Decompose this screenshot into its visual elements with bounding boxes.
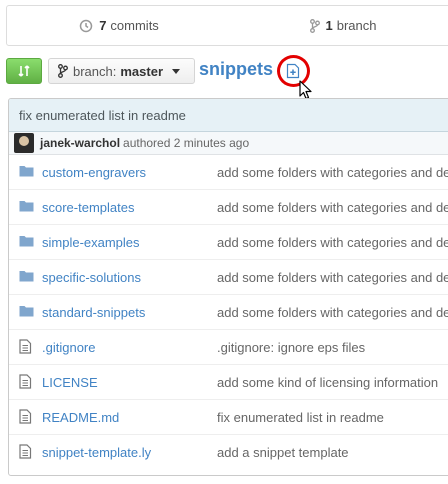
file-row: README.md fix enumerated list in readme <box>9 400 448 435</box>
folder-icon-wrap <box>19 304 34 321</box>
file-list: custom-engravers add some folders with ca… <box>9 155 448 470</box>
folder-icon-wrap <box>19 164 34 181</box>
folder-icon <box>19 166 34 177</box>
commit-author-link[interactable]: janek-warchol <box>40 136 120 150</box>
file-commit-message-link[interactable]: add some folders with categories and de <box>217 305 448 320</box>
branch-selector[interactable]: branch: master <box>48 58 195 84</box>
file-row: specific-solutions add some folders with … <box>9 260 448 295</box>
file-row: standard-snippets add some folders with c… <box>9 295 448 330</box>
file-name-link[interactable]: specific-solutions <box>42 270 141 285</box>
file-name-link[interactable]: score-templates <box>42 200 134 215</box>
branch-label: branch <box>336 18 377 33</box>
avatar[interactable] <box>14 133 34 153</box>
file-commit-message-link[interactable]: add a snippet template <box>217 445 349 460</box>
file-commit-message-link[interactable]: .gitignore: ignore eps files <box>217 340 365 355</box>
file-row: score-templates add some folders with cat… <box>9 190 448 225</box>
branches-link[interactable]: 1 branch <box>231 6 448 45</box>
file-icon <box>19 409 32 424</box>
file-name-link[interactable]: standard-snippets <box>42 305 145 320</box>
file-name-link[interactable]: LICENSE <box>42 375 98 390</box>
file-icon <box>19 444 32 459</box>
chevron-down-icon <box>172 68 181 74</box>
file-row: LICENSE add some kind of licensing inform… <box>9 365 448 400</box>
mouse-cursor-icon <box>299 80 312 100</box>
folder-icon-wrap <box>19 269 34 286</box>
file-name-link[interactable]: simple-examples <box>42 235 140 250</box>
file-row: custom-engravers add some folders with ca… <box>9 155 448 190</box>
history-icon <box>79 19 93 32</box>
file-commit-message-link[interactable]: add some folders with categories and de <box>217 270 448 285</box>
file-icon-wrap <box>19 444 32 462</box>
folder-icon <box>19 201 34 212</box>
branch-prefix: branch: <box>73 63 117 79</box>
file-browser: fix enumerated list in readme janek-warc… <box>8 98 448 476</box>
commits-count: 7 <box>99 18 107 33</box>
commit-time: authored 2 minutes ago <box>123 136 250 150</box>
repo-toolbar: branch: master snippets <box>6 55 448 100</box>
folder-icon <box>19 236 34 247</box>
repo-name-link[interactable]: snippets <box>199 59 273 80</box>
file-commit-message-link[interactable]: add some folders with categories and de <box>217 235 448 250</box>
latest-commit-message[interactable]: fix enumerated list in readme <box>9 99 448 132</box>
file-row: snippet-template.ly add a snippet templat… <box>9 435 448 470</box>
latest-commit-meta: janek-warchol authored 2 minutes ago <box>9 132 448 155</box>
commits-link[interactable]: 7 commits <box>7 6 231 45</box>
folder-icon <box>19 306 34 317</box>
repo-stats-bar: 7 commits 1 branch <box>6 5 448 46</box>
folder-icon-wrap <box>19 199 34 216</box>
branch-name: master <box>120 63 164 79</box>
file-icon <box>19 374 32 389</box>
file-icon-wrap <box>19 409 32 427</box>
file-name-link[interactable]: .gitignore <box>42 340 95 355</box>
folder-icon <box>19 271 34 282</box>
compare-button[interactable] <box>6 58 42 84</box>
branch-icon <box>58 64 68 78</box>
file-commit-message-link[interactable]: add some folders with categories and de <box>217 200 448 215</box>
commits-label: commits <box>110 18 159 33</box>
file-name-link[interactable]: README.md <box>42 410 119 425</box>
branch-icon <box>309 18 320 33</box>
file-commit-message-link[interactable]: fix enumerated list in readme <box>217 410 384 425</box>
file-icon-wrap <box>19 374 32 392</box>
file-icon <box>19 339 32 354</box>
compare-icon <box>18 65 30 77</box>
branch-count: 1 <box>325 18 333 33</box>
file-row: .gitignore .gitignore: ignore eps files <box>9 330 448 365</box>
file-name-link[interactable]: custom-engravers <box>42 165 146 180</box>
file-row: simple-examples add some folders with cat… <box>9 225 448 260</box>
file-commit-message-link[interactable]: add some kind of licensing information <box>217 375 438 390</box>
folder-icon-wrap <box>19 234 34 251</box>
file-name-link[interactable]: snippet-template.ly <box>42 445 151 460</box>
file-commit-message-link[interactable]: add some folders with categories and de <box>217 165 448 180</box>
file-icon-wrap <box>19 339 32 357</box>
